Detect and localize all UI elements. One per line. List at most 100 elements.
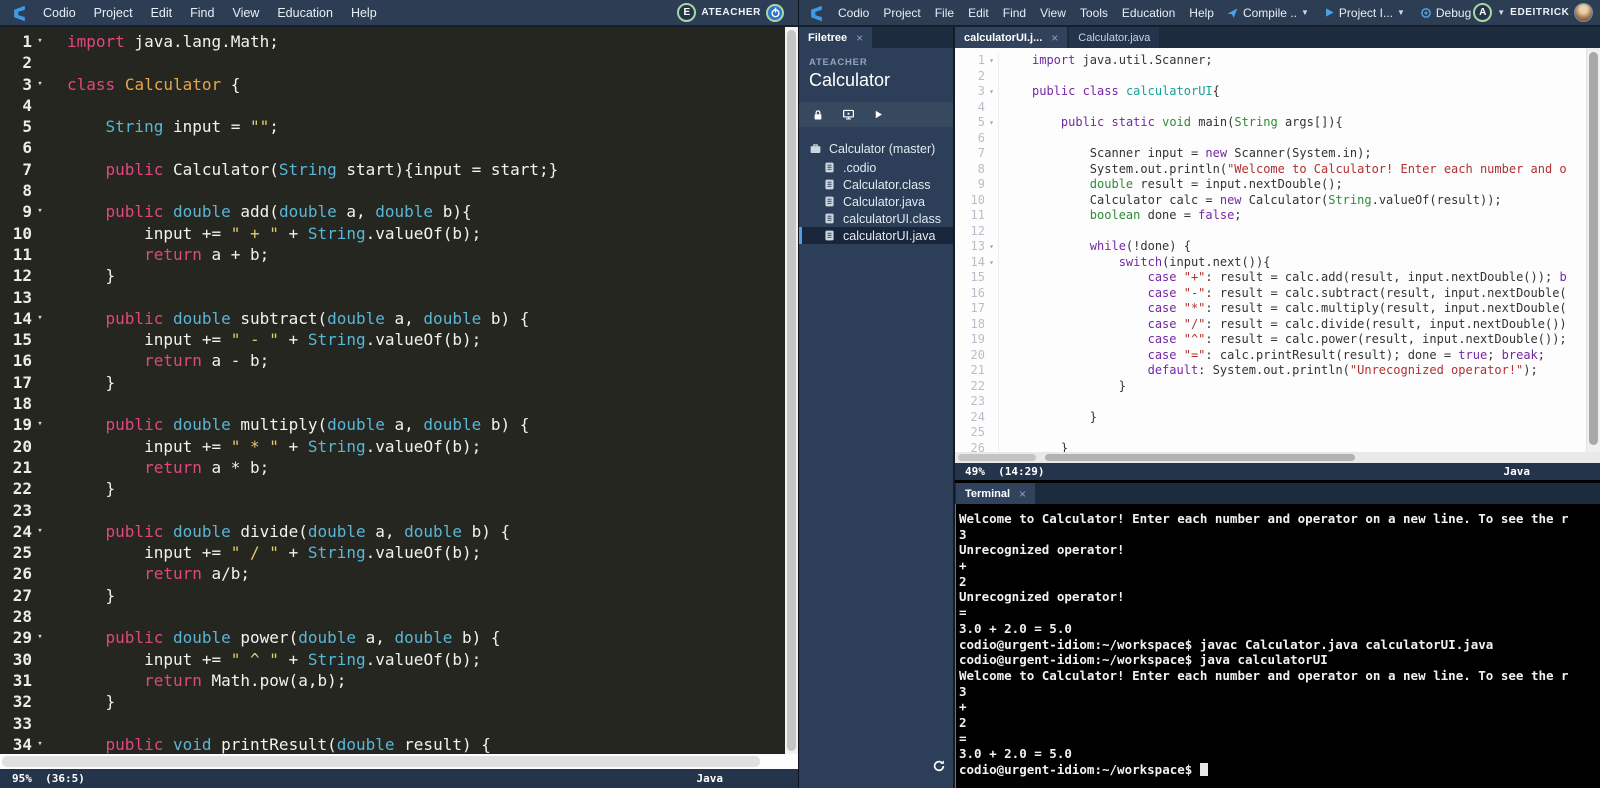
code-text: input += " - " + String.valueOf(b); bbox=[48, 329, 481, 350]
fold-arrow-icon[interactable]: ▾ bbox=[985, 239, 999, 255]
left-editor-vscrollbar[interactable] bbox=[785, 27, 798, 754]
compile-button[interactable]: Compile .. ▼ bbox=[1221, 6, 1314, 20]
fold-gutter bbox=[32, 265, 48, 286]
menu-item-help[interactable]: Help bbox=[1182, 6, 1221, 20]
file-name: calculatorUI.java bbox=[843, 229, 935, 243]
filetree-item-calculatorUI.java[interactable]: calculatorUI.java bbox=[799, 227, 953, 244]
hscroll-thumb-small[interactable] bbox=[958, 454, 1036, 461]
fold-arrow-icon[interactable]: ▾ bbox=[32, 734, 48, 754]
code-line-33: 33 bbox=[0, 713, 785, 734]
left-editor-hscrollbar[interactable] bbox=[0, 754, 798, 769]
tab-calculator-java[interactable]: Calculator.java bbox=[1069, 27, 1159, 48]
terminal-line: Unrecognized operator! bbox=[959, 542, 1600, 558]
fold-gutter bbox=[32, 95, 48, 116]
fold-arrow-icon[interactable]: ▾ bbox=[32, 201, 48, 222]
line-number: 8 bbox=[0, 180, 32, 201]
menu-item-edit[interactable]: Edit bbox=[142, 6, 182, 20]
right-editor[interactable]: 1▾import java.util.Scanner;23▾public cla… bbox=[955, 48, 1600, 452]
code-text: Calculator calc = new Calculator(String.… bbox=[999, 193, 1502, 209]
code-text: default: System.out.println("Unrecognize… bbox=[999, 363, 1538, 379]
preview-monitor-icon[interactable] bbox=[842, 108, 855, 121]
fold-arrow-icon[interactable]: ▾ bbox=[32, 74, 48, 95]
close-icon[interactable]: × bbox=[1019, 487, 1026, 501]
codio-logo-icon[interactable] bbox=[10, 4, 29, 21]
fold-arrow-icon[interactable]: ▾ bbox=[985, 115, 999, 131]
code-line-3: 3▾class Calculator { bbox=[0, 74, 785, 95]
terminal-cursor bbox=[1200, 763, 1208, 776]
right-vscroll-thumb[interactable] bbox=[1589, 52, 1598, 445]
fold-arrow-icon[interactable]: ▾ bbox=[32, 414, 48, 435]
left-editor[interactable]: 1▾import java.lang.Math;23▾class Calcula… bbox=[0, 27, 798, 754]
fold-gutter bbox=[985, 193, 999, 209]
fold-arrow-icon[interactable]: ▾ bbox=[32, 308, 48, 329]
menu-item-education[interactable]: Education bbox=[1115, 6, 1182, 20]
fold-gutter bbox=[32, 670, 48, 691]
user-avatar[interactable]: E bbox=[677, 3, 696, 22]
right-code-area[interactable]: 1▾import java.util.Scanner;23▾public cla… bbox=[955, 48, 1586, 452]
menu-item-help[interactable]: Help bbox=[342, 6, 386, 20]
fold-gutter bbox=[985, 177, 999, 193]
menu-item-codio[interactable]: Codio bbox=[34, 6, 85, 20]
fold-arrow-icon[interactable]: ▾ bbox=[985, 255, 999, 271]
close-icon[interactable]: × bbox=[1051, 31, 1058, 45]
code-text: public static void main(String args[]){ bbox=[999, 115, 1343, 131]
menu-item-tools[interactable]: Tools bbox=[1073, 6, 1115, 20]
menu-item-find[interactable]: Find bbox=[996, 6, 1033, 20]
filetree-item-.codio[interactable]: .codio bbox=[799, 159, 953, 176]
code-text: case "-": result = calc.subtract(result,… bbox=[999, 286, 1567, 302]
user-avatar[interactable]: A bbox=[1473, 3, 1492, 22]
project-run-button[interactable]: Project I... ▼ bbox=[1319, 6, 1410, 20]
menu-item-view[interactable]: View bbox=[1033, 6, 1073, 20]
hscroll-thumb-main[interactable] bbox=[1045, 454, 1355, 461]
menu-item-project[interactable]: Project bbox=[85, 6, 142, 20]
left-language-mode[interactable]: Java bbox=[697, 772, 724, 785]
terminal-tabbar: Terminal × bbox=[955, 483, 1600, 504]
chevron-down-icon[interactable]: ▼ bbox=[1497, 8, 1505, 17]
right-cursor-position: 49% (14:29) bbox=[965, 465, 1044, 478]
menu-item-find[interactable]: Find bbox=[181, 6, 223, 20]
refresh-icon[interactable] bbox=[932, 759, 946, 773]
line-number: 26 bbox=[0, 563, 32, 584]
filetree-item-Calculator.class[interactable]: Calculator.class bbox=[799, 176, 953, 193]
user-name: ATEACHER bbox=[701, 7, 761, 18]
menu-item-file[interactable]: File bbox=[928, 6, 961, 20]
filetree-item-calculatorUI.class[interactable]: calculatorUI.class bbox=[799, 210, 953, 227]
filetree-panel: Filetree × ATEACHER Calculator Calculato… bbox=[799, 27, 953, 788]
fold-arrow-icon[interactable]: ▾ bbox=[985, 84, 999, 100]
terminal-tab[interactable]: Terminal × bbox=[956, 483, 1035, 504]
menu-item-codio[interactable]: Codio bbox=[831, 6, 876, 20]
right-editor-vscrollbar[interactable] bbox=[1586, 48, 1600, 452]
left-vscroll-thumb[interactable] bbox=[787, 30, 796, 751]
run-play-icon[interactable] bbox=[873, 109, 884, 120]
left-code-area[interactable]: 1▾import java.lang.Math;23▾class Calcula… bbox=[0, 27, 785, 754]
code-text: return a - b; bbox=[48, 350, 269, 371]
lock-icon[interactable] bbox=[812, 109, 824, 121]
file-name: Calculator.java bbox=[843, 195, 925, 209]
fold-gutter bbox=[985, 69, 999, 85]
left-hscroll-thumb[interactable] bbox=[2, 756, 760, 767]
menu-item-project[interactable]: Project bbox=[876, 6, 927, 20]
filetree-tab[interactable]: Filetree × bbox=[799, 27, 872, 48]
code-text: return a + b; bbox=[48, 244, 269, 265]
project-root-node[interactable]: Calculator (master) bbox=[799, 140, 953, 159]
debug-button[interactable]: Debug bbox=[1415, 6, 1476, 20]
code-line-6: 6 bbox=[955, 131, 1586, 147]
filetree-tabbar: Filetree × bbox=[799, 27, 953, 48]
terminal[interactable]: Welcome to Calculator! Enter each number… bbox=[955, 504, 1600, 788]
right-editor-hscrollbar[interactable] bbox=[955, 452, 1600, 463]
fold-arrow-icon[interactable]: ▾ bbox=[32, 31, 48, 52]
power-icon[interactable] bbox=[766, 4, 784, 22]
menu-item-edit[interactable]: Edit bbox=[961, 6, 996, 20]
terminal-line: codio@urgent-idiom:~/workspace$ bbox=[959, 762, 1600, 778]
profile-photo-avatar[interactable] bbox=[1574, 3, 1593, 22]
codio-logo-icon[interactable] bbox=[807, 4, 826, 21]
fold-arrow-icon[interactable]: ▾ bbox=[32, 627, 48, 648]
filetree-item-Calculator.java[interactable]: Calculator.java bbox=[799, 193, 953, 210]
fold-arrow-icon[interactable]: ▾ bbox=[985, 53, 999, 69]
menu-item-view[interactable]: View bbox=[223, 6, 268, 20]
right-language-mode[interactable]: Java bbox=[1504, 465, 1531, 478]
tab-calculatorui-java[interactable]: calculatorUI.j... × bbox=[955, 27, 1067, 48]
fold-arrow-icon[interactable]: ▾ bbox=[32, 521, 48, 542]
close-icon[interactable]: × bbox=[856, 31, 863, 45]
menu-item-education[interactable]: Education bbox=[268, 6, 342, 20]
